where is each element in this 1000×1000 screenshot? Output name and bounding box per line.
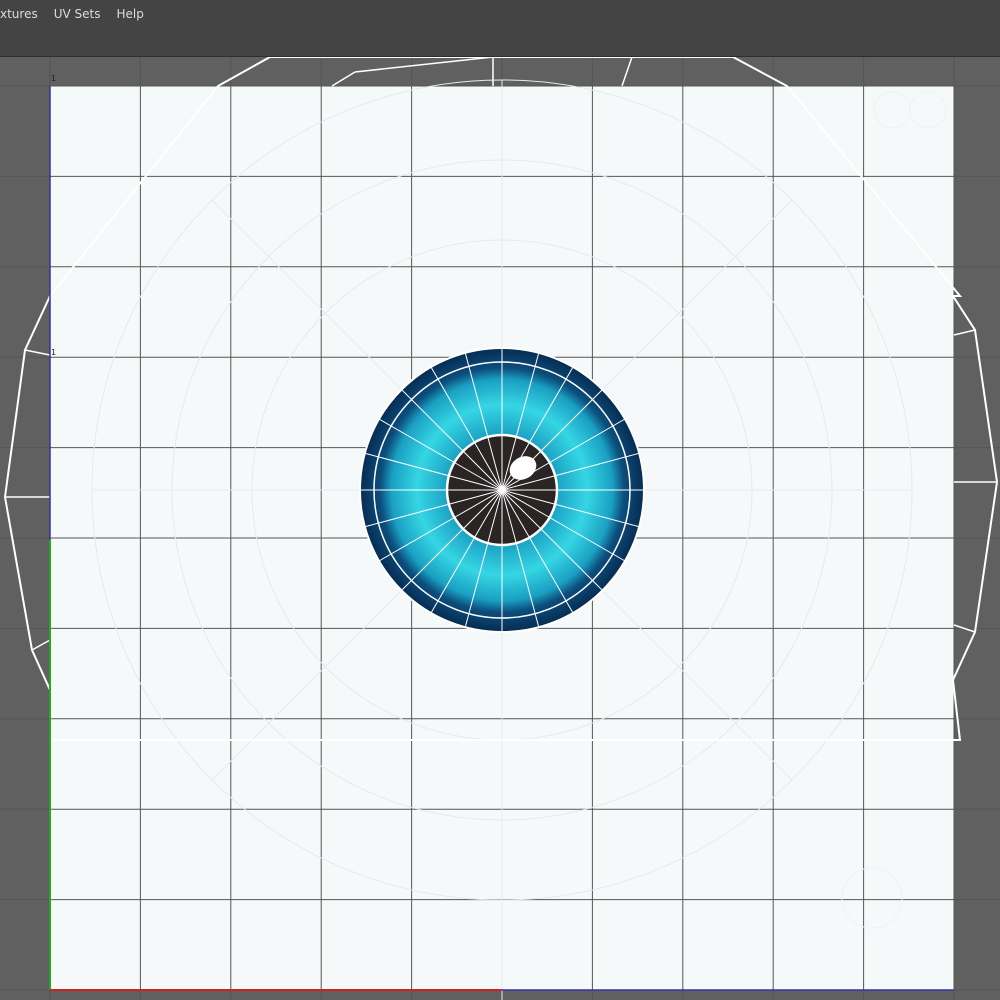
pupil-uv-edges xyxy=(447,435,557,545)
menu-help[interactable]: Help xyxy=(108,0,151,28)
uv-editor-viewport[interactable]: 1 1 xyxy=(0,57,1000,1000)
range-label-top: 1 xyxy=(51,74,57,83)
range-label-mid: 1 xyxy=(51,348,57,357)
menu-bar: xtures UV Sets Help xyxy=(0,0,1000,28)
uv-canvas[interactable] xyxy=(0,57,1000,1000)
uv-toolbar xyxy=(0,28,1000,56)
menu-uv-sets[interactable]: UV Sets xyxy=(46,0,109,28)
menu-textures[interactable]: xtures xyxy=(0,0,46,28)
iris[interactable] xyxy=(359,347,645,633)
